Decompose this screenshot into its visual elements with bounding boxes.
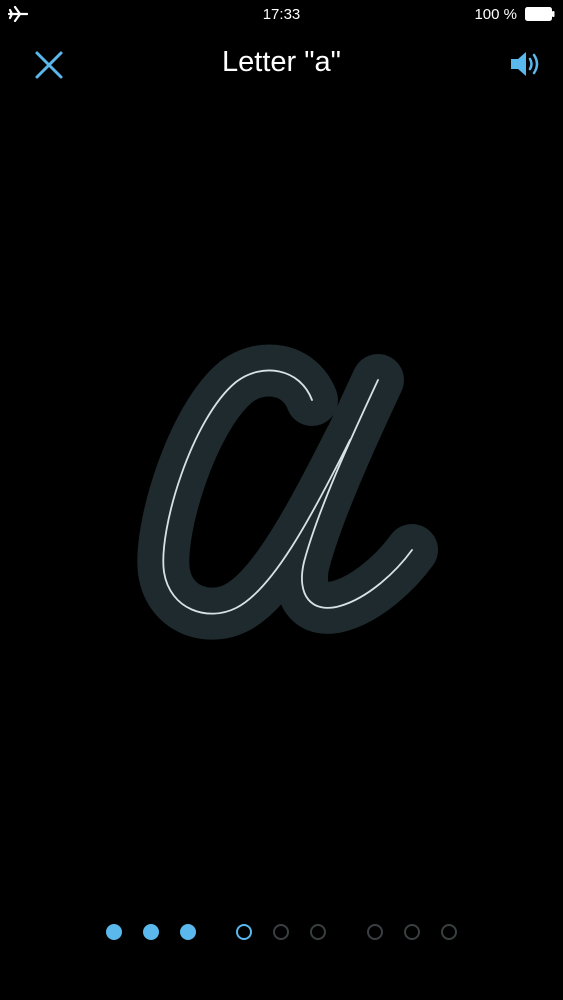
pager-dot-1 [106, 924, 122, 940]
letter-a-stroke-guide [137, 344, 438, 640]
close-button[interactable] [30, 46, 68, 84]
header: Letter "a" [0, 30, 563, 100]
status-bar: 17:33 100 % [0, 0, 563, 30]
pager-dot-3 [180, 924, 196, 940]
pager-dot-7 [367, 924, 383, 940]
pager-dot-9 [441, 924, 457, 940]
pager-dot-4 [236, 924, 252, 940]
sound-button[interactable] [509, 48, 543, 80]
battery-icon [525, 7, 555, 21]
pager-dot-5 [273, 924, 289, 940]
speaker-icon [511, 52, 539, 76]
close-icon [35, 51, 63, 79]
pager-dot-2 [143, 924, 159, 940]
pager-dot-8 [404, 924, 420, 940]
page-title: Letter "a" [222, 46, 341, 78]
battery-percentage: 100 % [474, 6, 517, 23]
letter-tracing-area[interactable] [0, 100, 563, 900]
pager-dot-6 [310, 924, 326, 940]
progress-pager [0, 920, 563, 944]
